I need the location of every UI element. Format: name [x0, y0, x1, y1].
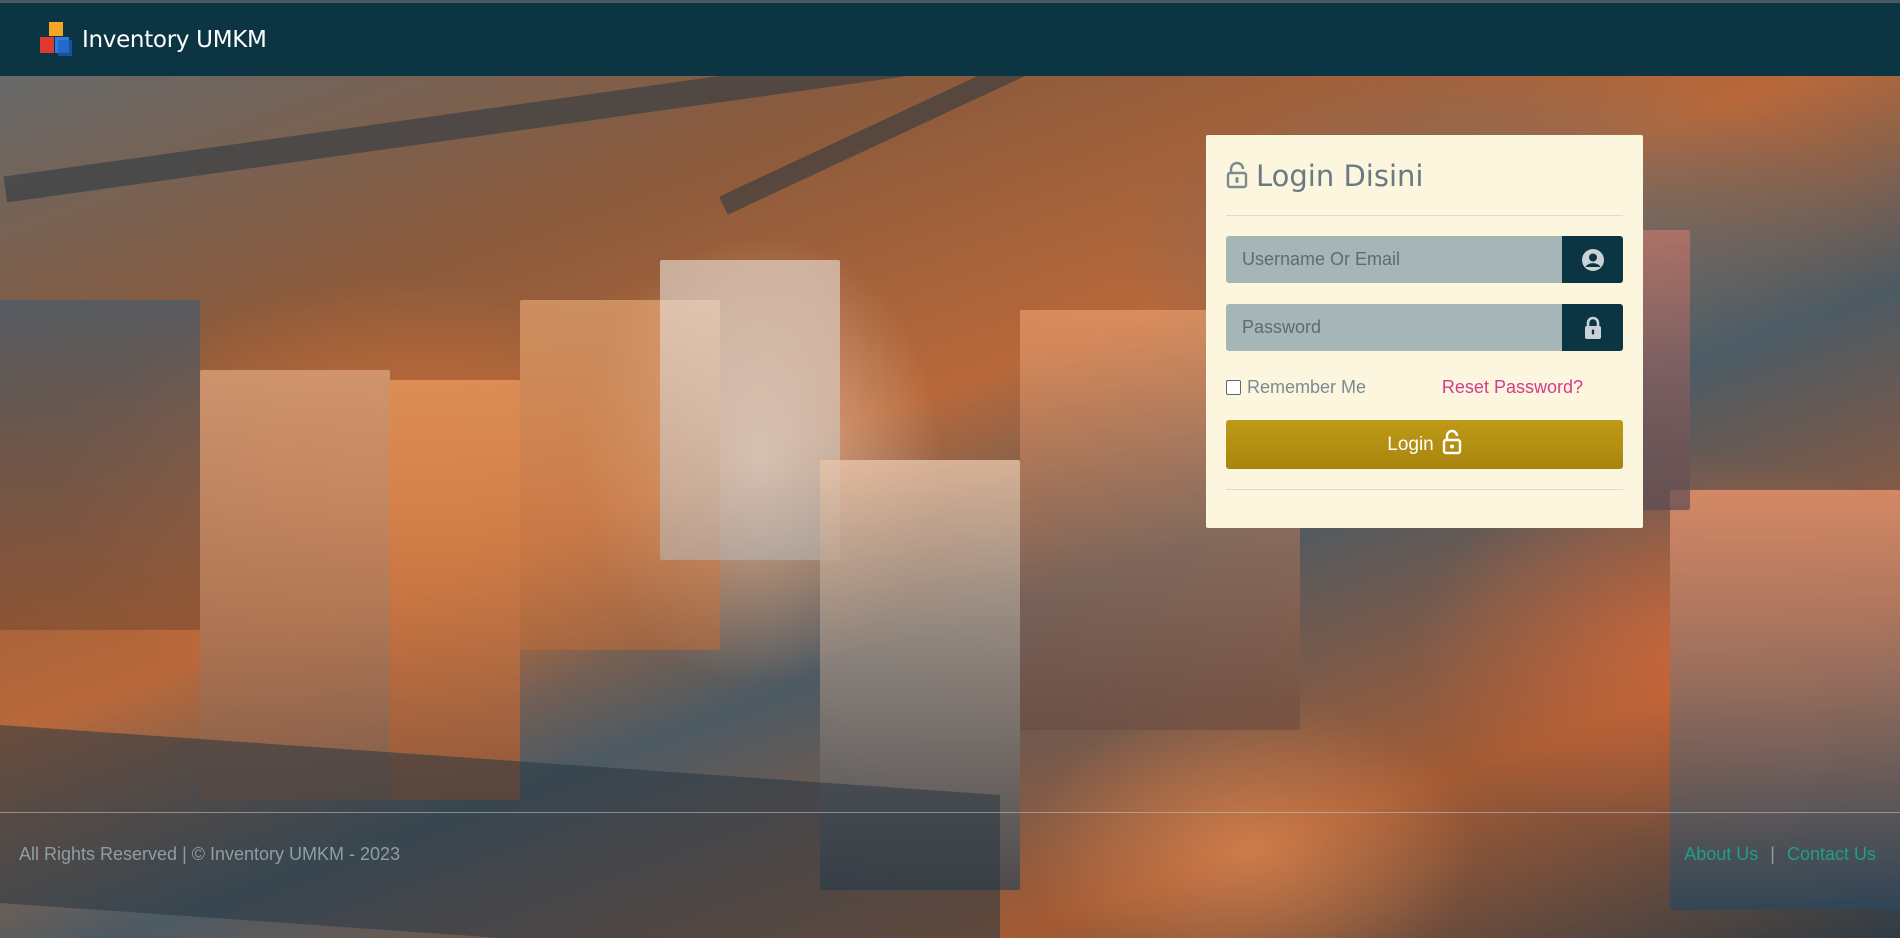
remember-me[interactable]: Remember Me [1226, 377, 1366, 398]
user-icon [1562, 236, 1623, 283]
reset-password-link[interactable]: Reset Password? [1442, 377, 1583, 398]
divider [1226, 215, 1623, 216]
remember-label: Remember Me [1247, 376, 1367, 397]
username-group [1226, 236, 1623, 283]
lock-icon [1226, 161, 1248, 196]
login-card: Login Disini Remember Me Reset Passwo [1206, 135, 1643, 528]
about-us-link[interactable]: About Us [1684, 844, 1758, 865]
remember-checkbox[interactable] [1226, 379, 1241, 395]
remember-row: Remember Me Reset Password? [1226, 372, 1623, 402]
padlock-icon [1562, 304, 1623, 351]
login-button[interactable]: Login [1226, 420, 1623, 469]
login-button-label: Login [1387, 433, 1434, 455]
login-title: Login Disini [1256, 159, 1424, 193]
divider-bottom [1226, 489, 1623, 490]
unlock-icon [1442, 429, 1462, 461]
footer-copyright: All Rights Reserved | © Inventory UMKM -… [19, 844, 401, 864]
brand-title[interactable]: Inventory UMKM [82, 27, 267, 53]
contact-us-link[interactable]: Contact Us [1787, 844, 1876, 865]
password-group [1226, 304, 1623, 351]
footer-links: About Us | Contact Us [1684, 844, 1876, 865]
navbar: Inventory UMKM [0, 3, 1900, 76]
password-input[interactable] [1226, 304, 1562, 351]
username-input[interactable] [1226, 236, 1562, 283]
cube-blocks-icon[interactable] [38, 21, 76, 59]
footer: All Rights Reserved | © Inventory UMKM -… [0, 812, 1900, 938]
login-heading-row: Login Disini [1226, 155, 1623, 197]
footer-separator: | [1770, 844, 1775, 864]
